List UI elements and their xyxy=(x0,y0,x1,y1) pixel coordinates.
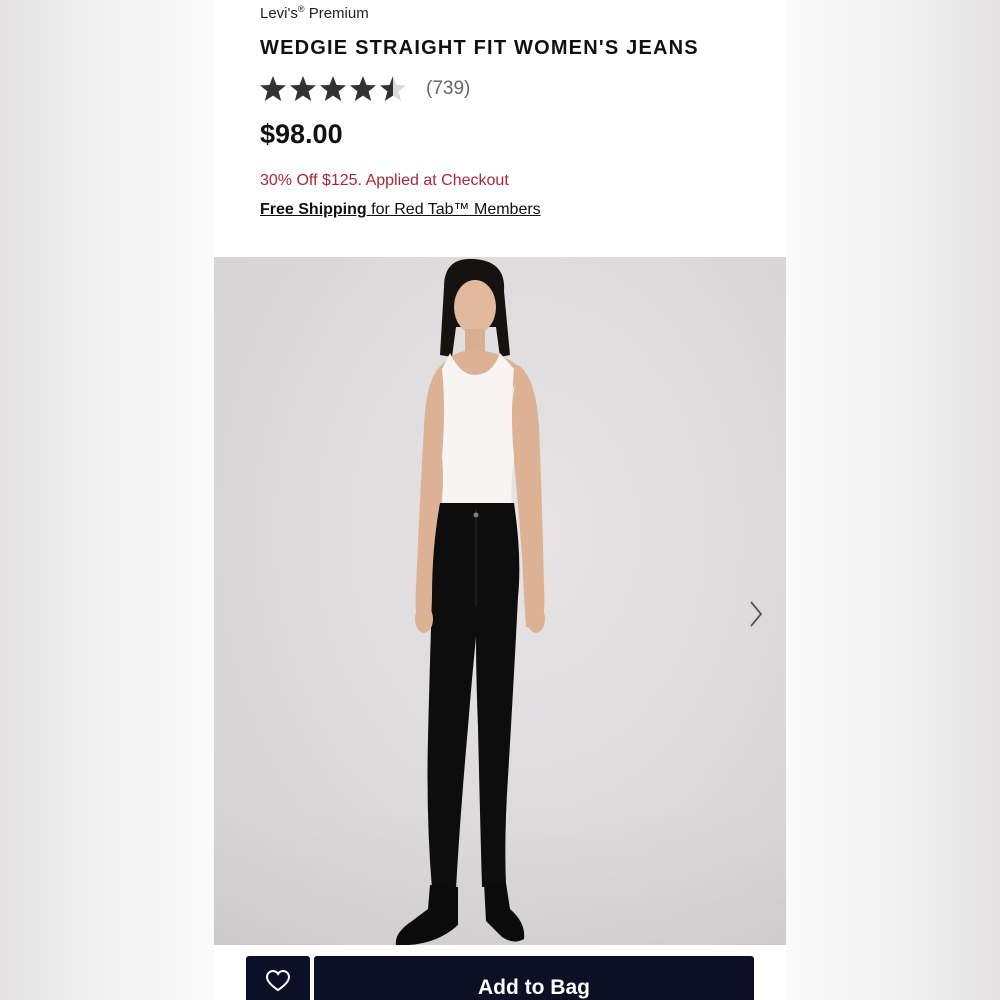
shipping-detail: for Red Tab™ Members xyxy=(366,201,541,218)
purchase-bar: Add to Bag xyxy=(214,945,786,1000)
brand-line: Premium xyxy=(308,5,369,22)
free-shipping-link[interactable]: Free Shipping for Red Tab™ Members xyxy=(260,201,541,219)
heart-icon xyxy=(265,969,291,992)
chevron-right-icon xyxy=(750,601,763,627)
review-count[interactable]: (739) xyxy=(426,78,470,100)
add-to-bag-button[interactable]: Add to Bag xyxy=(314,956,754,1000)
free-shipping-label: Free Shipping xyxy=(260,201,367,218)
star-filled-icon xyxy=(258,74,288,104)
product-title: WEDGIE STRAIGHT FIT WOMEN'S JEANS xyxy=(260,37,699,59)
promo-message: 30% Off $125. Applied at Checkout xyxy=(260,172,509,189)
product-page: Levi's® Premium WEDGIE STRAIGHT FIT WOME… xyxy=(214,0,786,1000)
brand-label: Levi's xyxy=(260,5,298,22)
star-filled-icon xyxy=(318,74,348,104)
rating-summary[interactable]: (739) xyxy=(258,74,470,104)
product-price: $98.00 xyxy=(260,119,343,149)
star-filled-icon xyxy=(348,74,378,104)
next-image-button[interactable] xyxy=(744,599,768,629)
brand-name[interactable]: Levi's® Premium xyxy=(260,4,369,22)
wishlist-button[interactable] xyxy=(246,956,310,1000)
star-filled-icon xyxy=(288,74,318,104)
star-half-icon xyxy=(378,74,408,104)
star-rating xyxy=(258,74,408,104)
registered-mark: ® xyxy=(297,4,305,14)
model-figure xyxy=(395,258,545,945)
product-image[interactable] xyxy=(214,257,786,945)
